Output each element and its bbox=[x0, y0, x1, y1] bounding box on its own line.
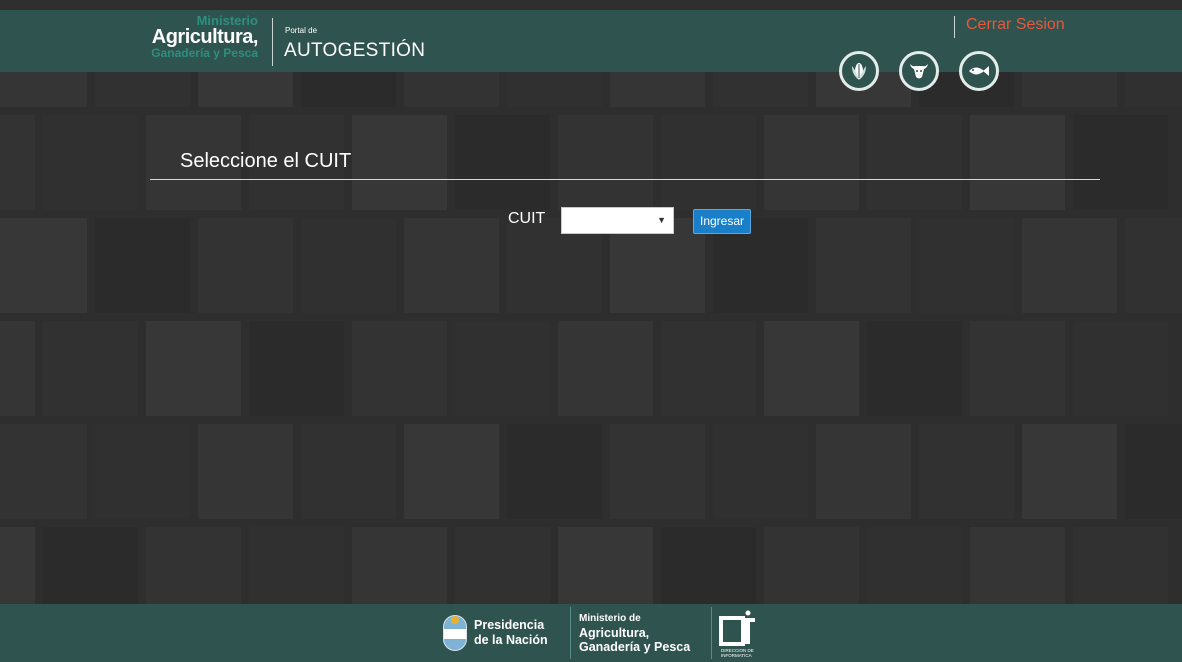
presidencia-line1: Presidencia bbox=[474, 618, 545, 632]
background-tile bbox=[94, 218, 190, 313]
background-tile bbox=[0, 527, 35, 604]
background-tile bbox=[0, 424, 87, 519]
di-text-line2: INFORMATICA bbox=[721, 653, 752, 658]
background-tile bbox=[506, 72, 602, 107]
background-tile bbox=[146, 527, 241, 604]
background-tile bbox=[403, 424, 499, 519]
portal-subtitle: Portal de bbox=[285, 26, 318, 35]
tiled-background bbox=[0, 72, 1182, 604]
background-tile bbox=[455, 115, 550, 210]
background-tile bbox=[661, 115, 756, 210]
background-tile bbox=[1073, 527, 1168, 604]
background-tile bbox=[815, 424, 911, 519]
ministerio-line2: Agricultura, bbox=[579, 626, 650, 640]
di-logo-icon[interactable] bbox=[719, 610, 759, 653]
background-tile bbox=[300, 424, 396, 519]
background-tile bbox=[43, 115, 138, 210]
presidencia-line2: de la Nación bbox=[474, 633, 548, 647]
background-tile bbox=[918, 218, 1014, 313]
background-tile bbox=[558, 527, 653, 604]
background-tile bbox=[558, 115, 653, 210]
ministerio-logo[interactable]: Ministerio de Agricultura, Ganadería y P… bbox=[579, 612, 690, 654]
footer: Presidencia de la Nación Ministerio de A… bbox=[0, 604, 1182, 662]
background-tile bbox=[815, 218, 911, 313]
background-tile bbox=[558, 321, 653, 416]
background-tile bbox=[249, 527, 344, 604]
background-tile bbox=[867, 115, 962, 210]
background-tile bbox=[197, 424, 293, 519]
background-tile bbox=[712, 424, 808, 519]
background-tile bbox=[609, 72, 705, 107]
background-tile bbox=[300, 218, 396, 313]
background-tile bbox=[403, 218, 499, 313]
background-tile bbox=[867, 527, 962, 604]
background-tile bbox=[867, 321, 962, 416]
dropdown-arrow-icon: ▼ bbox=[657, 215, 666, 225]
logout-divider bbox=[954, 16, 955, 38]
background-tile bbox=[249, 321, 344, 416]
cow-icon[interactable] bbox=[899, 51, 939, 91]
ministerio-line1: Ministerio de bbox=[579, 613, 641, 624]
ingresar-button[interactable]: Ingresar bbox=[693, 209, 751, 234]
background-tile bbox=[1124, 72, 1182, 107]
header-divider bbox=[272, 18, 273, 66]
background-tile bbox=[146, 321, 241, 416]
background-tile bbox=[712, 72, 808, 107]
background-tile bbox=[0, 72, 87, 107]
background-tile bbox=[197, 218, 293, 313]
cuit-label: CUIT bbox=[508, 210, 546, 227]
portal-title: AUTOGESTIÓN bbox=[284, 40, 426, 61]
background-tile bbox=[764, 115, 859, 210]
ministerio-line3: Ganadería y Pesca bbox=[579, 640, 691, 654]
background-tile bbox=[1021, 218, 1117, 313]
logo-line2: Agricultura, bbox=[151, 26, 259, 48]
background-tile bbox=[1124, 424, 1182, 519]
background-tile bbox=[403, 72, 499, 107]
header: Ministerio Agricultura, Ganadería y Pesc… bbox=[0, 10, 1182, 91]
background-tile bbox=[506, 424, 602, 519]
background-tile bbox=[970, 115, 1065, 210]
title-divider bbox=[150, 179, 1100, 180]
di-text: DIRECCION DE INFORMATICA bbox=[721, 648, 754, 658]
background-tile bbox=[197, 72, 293, 107]
background-tile bbox=[0, 218, 87, 313]
background-tile bbox=[94, 72, 190, 107]
background-tile bbox=[300, 72, 396, 107]
footer-divider bbox=[711, 607, 712, 659]
logo-line3: Ganadería y Pesca bbox=[151, 46, 258, 60]
background-tile bbox=[1073, 321, 1168, 416]
background-tile bbox=[609, 424, 705, 519]
cuit-select[interactable]: ▼ bbox=[561, 207, 674, 234]
background-tile bbox=[0, 115, 35, 210]
background-tile bbox=[43, 527, 138, 604]
fish-icon[interactable] bbox=[959, 51, 999, 91]
background-tile bbox=[1021, 424, 1117, 519]
background-tile bbox=[661, 321, 756, 416]
corn-icon[interactable] bbox=[839, 51, 879, 91]
background-tile bbox=[43, 321, 138, 416]
logout-link[interactable]: Cerrar Sesion bbox=[966, 16, 1065, 34]
presidencia-logo[interactable]: Presidencia de la Nación bbox=[474, 618, 548, 648]
background-tile bbox=[918, 424, 1014, 519]
argentina-seal-icon bbox=[443, 615, 467, 651]
background-tile bbox=[970, 527, 1065, 604]
background-tile bbox=[0, 321, 35, 416]
background-tile bbox=[1124, 218, 1182, 313]
background-tile bbox=[455, 527, 550, 604]
background-tile bbox=[352, 321, 447, 416]
background-tile bbox=[352, 115, 447, 210]
ministry-logo[interactable]: Ministerio Agricultura, Ganadería y Pesc… bbox=[143, 14, 258, 59]
background-tile bbox=[970, 321, 1065, 416]
background-tile bbox=[352, 527, 447, 604]
background-tile bbox=[661, 527, 756, 604]
background-tile bbox=[764, 527, 859, 604]
background-tile bbox=[1021, 72, 1117, 107]
background-tile bbox=[94, 424, 190, 519]
background-tile bbox=[455, 321, 550, 416]
background-tile bbox=[1073, 115, 1168, 210]
background-tile bbox=[764, 321, 859, 416]
page-title: Seleccione el CUIT bbox=[180, 150, 352, 172]
footer-divider bbox=[570, 607, 571, 659]
